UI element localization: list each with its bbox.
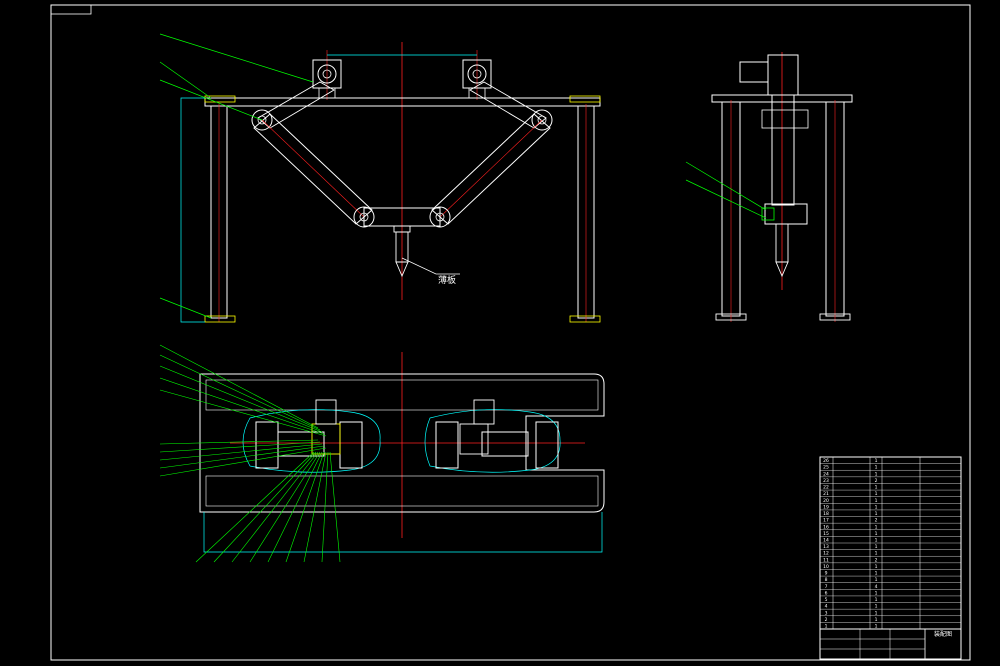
bom-cell-no: 7 — [825, 584, 828, 590]
bom-row: 16 1 — [823, 524, 877, 530]
bom-cell-qty: 1 — [875, 531, 878, 537]
side-view — [685, 52, 853, 322]
height-dimension — [180, 97, 205, 323]
bom-cell-no: 13 — [823, 544, 829, 550]
bom-cell-qty: 2 — [875, 557, 878, 563]
title-block-title: 装配图 — [934, 630, 952, 638]
bom-cell-qty: 2 — [875, 518, 878, 524]
bom-cell-no: 16 — [823, 524, 829, 530]
bom-cell-qty: 1 — [875, 504, 878, 510]
side-platform — [764, 203, 808, 225]
bom-cell-no: 20 — [823, 498, 829, 504]
bom-row: 12 1 — [823, 551, 877, 557]
side-arm — [771, 94, 795, 206]
bom-cell-no: 2 — [825, 617, 828, 623]
front-view: 薄板 — [159, 33, 601, 323]
top-view — [159, 344, 605, 563]
bom-cell-qty: 1 — [875, 577, 878, 583]
upper-left-arm — [257, 81, 335, 129]
bom-cell-qty: 1 — [875, 511, 878, 517]
bom-cell-qty: 1 — [875, 471, 878, 477]
bom-cell-no: 12 — [823, 551, 829, 557]
bom-cell-no: 14 — [823, 538, 829, 544]
bom-cell-no: 8 — [825, 577, 828, 583]
bom-cell-no: 17 — [823, 518, 829, 524]
bom-cell-qty: 1 — [875, 491, 878, 497]
bom-row: 25 1 — [823, 465, 877, 471]
bom-cell-no: 23 — [823, 478, 829, 484]
bom-cell-no: 15 — [823, 531, 829, 537]
bom-row: 21 — [825, 617, 878, 623]
bom-row: 41 — [825, 604, 878, 610]
bom-cell-no: 18 — [823, 511, 829, 517]
upper-right-arm — [469, 81, 547, 129]
bom-row: 81 — [825, 577, 878, 583]
bom-cell-no: 6 — [825, 590, 828, 596]
bom-row: 74 — [825, 584, 878, 590]
right-top-plate — [569, 95, 601, 103]
main-callout-leader — [401, 257, 460, 275]
outer-frame — [50, 4, 971, 661]
right-base-plate — [569, 315, 601, 323]
bom-cell-qty: 4 — [875, 584, 878, 590]
bom-cell-qty: 1 — [875, 498, 878, 504]
bom-row: 15 1 — [823, 531, 877, 537]
main-callout-label: 薄板 — [438, 274, 456, 286]
bom-cell-qty: 1 — [875, 610, 878, 616]
bom-row: 31 — [825, 610, 878, 616]
bom-cell-no: 5 — [825, 597, 828, 603]
bom-cell-qty: 2 — [875, 478, 878, 484]
bom-cell-qty: 1 — [875, 544, 878, 550]
bom-row: 26 1 — [823, 458, 877, 464]
bom-row: 91 — [825, 571, 878, 577]
bill-of-materials: 26 125 124 123 222 121 120 119 118 117 216 115 114 11… — [819, 456, 962, 630]
bom-cell-qty: 1 — [875, 604, 878, 610]
bom-cell-no: 24 — [823, 471, 829, 477]
bom-cell-qty: 1 — [875, 590, 878, 596]
bom-row: 61 — [825, 590, 878, 596]
bom-row: 14 1 — [823, 538, 877, 544]
bom-row: 21 1 — [823, 491, 877, 497]
bom-cell-qty: 1 — [875, 458, 878, 464]
bom-cell-no: 4 — [825, 604, 828, 610]
bom-row: 11 2 — [823, 557, 877, 563]
side-motor-body — [739, 61, 769, 83]
bom-cell-no: 21 — [823, 491, 829, 497]
bom-cell-no: 22 — [823, 485, 829, 491]
bom-cell-qty: 1 — [875, 571, 878, 577]
bom-row: 13 1 — [823, 544, 877, 550]
engineering-drawing: 薄板 26 125 124 123 222 121 120 119 118 11… — [50, 4, 971, 661]
bom-cell-no: 26 — [823, 458, 829, 464]
top-crossbeam — [204, 97, 601, 107]
bom-cell-qty: 1 — [875, 465, 878, 471]
bom-cell-no: 3 — [825, 610, 828, 616]
top-view-leaders — [159, 344, 341, 563]
bom-row: 18 1 — [823, 511, 877, 517]
bom-cell-no: 10 — [823, 564, 829, 570]
bom-row: 51 — [825, 597, 878, 603]
bom-row: 17 2 — [823, 518, 877, 524]
bom-row: 20 1 — [823, 498, 877, 504]
left-base-plate — [204, 315, 236, 323]
bom-cell-qty: 1 — [875, 617, 878, 623]
bom-row: 24 1 — [823, 471, 877, 477]
bom-cell-no: 25 — [823, 465, 829, 471]
side-motor-gearbox — [767, 54, 799, 96]
bom-cell-no: 11 — [823, 557, 829, 563]
bom-cell-qty: 1 — [875, 597, 878, 603]
bom-row: 22 1 — [823, 485, 877, 491]
bom-cell-qty: 1 — [875, 485, 878, 491]
bom-cell-no: 9 — [825, 571, 828, 577]
frame-corner-tab — [50, 4, 92, 15]
bom-cell-qty: 1 — [875, 524, 878, 530]
bom-cell-qty: 1 — [875, 538, 878, 544]
bom-cell-qty: 1 — [875, 564, 878, 570]
bom-row: 23 2 — [823, 478, 877, 484]
bom-row: 10 1 — [823, 564, 877, 570]
bom-row: 19 1 — [823, 504, 877, 510]
bom-cell-qty: 1 — [875, 551, 878, 557]
bom-cell-no: 19 — [823, 504, 829, 510]
title-block: 装配图 — [819, 628, 962, 660]
